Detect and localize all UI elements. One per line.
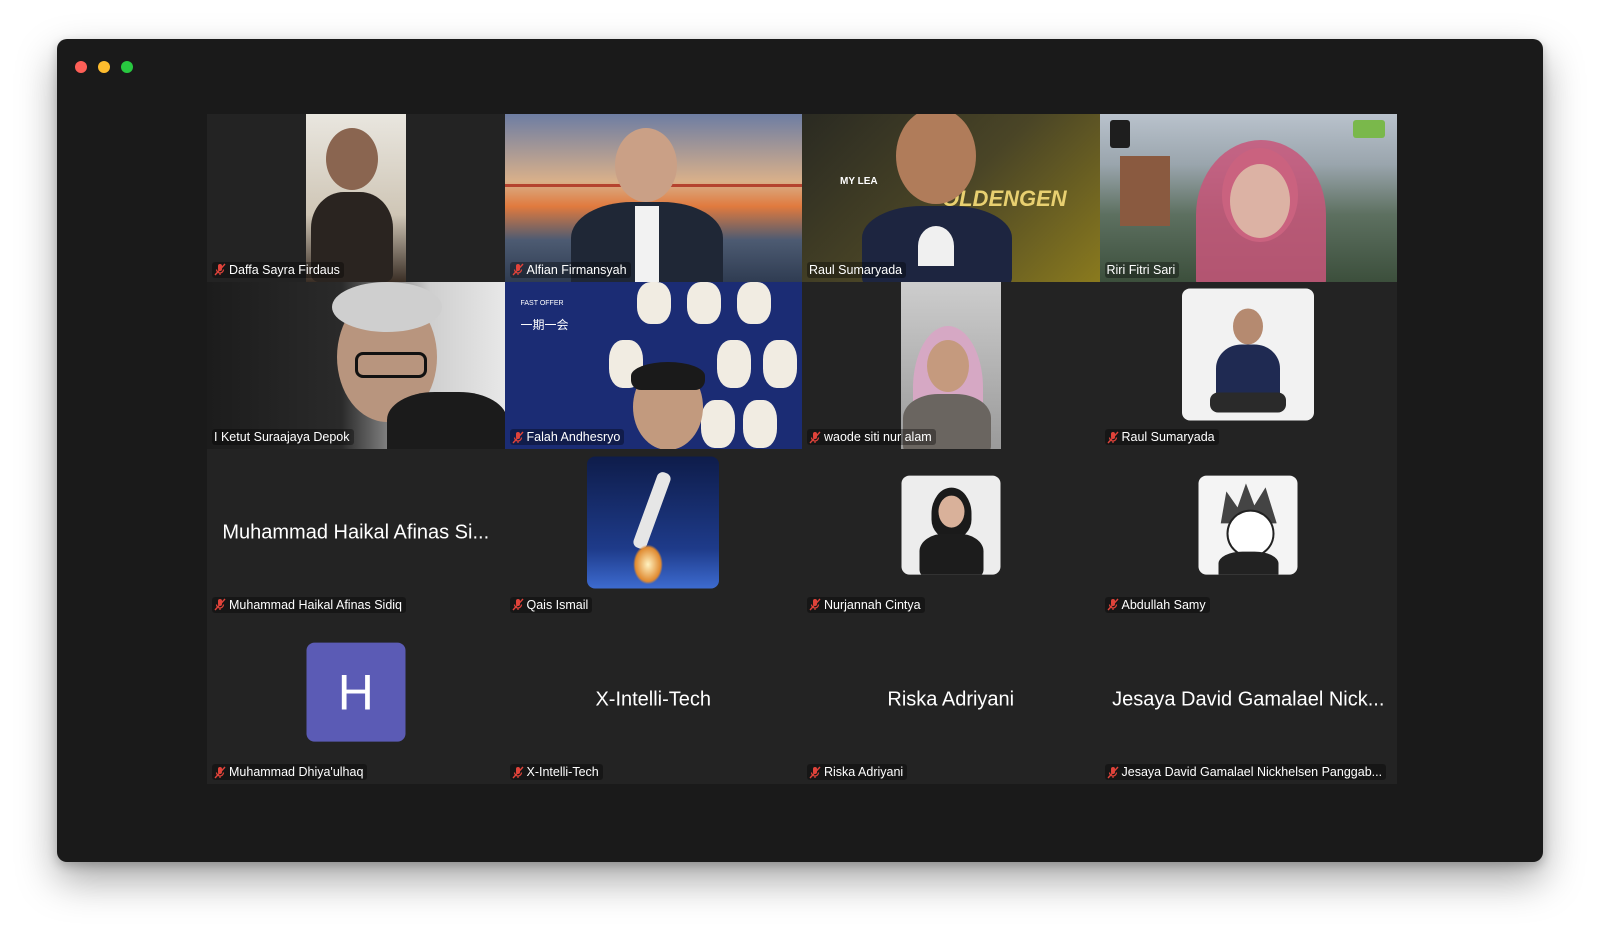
avatar-letter: H (337, 664, 374, 721)
muted-mic-icon (214, 598, 226, 611)
participant-name-label: Riska Adriyani (807, 764, 908, 780)
initial-avatar: H (306, 642, 406, 742)
participant-tile[interactable]: Nurjannah Cintya (802, 449, 1100, 617)
background-text: 一期一会 (520, 317, 569, 332)
participant-name-label: Qais Ismail (509, 596, 593, 613)
participant-name: I Ketut Suraajaya Depok (214, 430, 350, 444)
participant-name: Jesaya David Gamalael Nickhelsen Panggab… (1121, 765, 1383, 779)
participant-name-label: Abdullah Samy (1104, 596, 1210, 613)
participant-name: Raul Sumaryada (1121, 430, 1215, 444)
participant-tile[interactable]: Alfian Firmansyah (504, 114, 802, 282)
participant-name: Muhammad Haikal Afinas Sidiq (229, 597, 402, 612)
participant-name: Riska Adriyani (824, 765, 904, 779)
participant-display-name: Jesaya David Gamalael Nick... (1112, 688, 1385, 711)
participant-photo (901, 475, 1001, 575)
participant-name-label: Nurjannah Cintya (807, 596, 925, 613)
participant-name-label: Falah Andhesryo (509, 429, 625, 445)
close-button[interactable] (75, 61, 87, 73)
participant-tile[interactable]: Daffa Sayra Firdaus (207, 114, 505, 282)
participant-name: waode siti nur alam (824, 430, 932, 444)
participant-display-name: Muhammad Haikal Afinas Si... (222, 521, 490, 544)
participant-tile[interactable]: H Muhammad Dhiya'ulhaq (207, 616, 505, 784)
zoom-button[interactable] (121, 61, 133, 73)
participant-name-label: waode siti nur alam (807, 429, 936, 445)
participant-name-label: Muhammad Dhiya'ulhaq (212, 764, 368, 780)
muted-mic-icon (1106, 431, 1119, 443)
background-text: MY LEA (840, 176, 878, 187)
participant-photo (587, 456, 720, 589)
participant-tile[interactable]: Muhammad Haikal Afinas Si... Muhammad Ha… (207, 449, 505, 617)
participant-photo (1198, 475, 1298, 575)
muted-mic-icon (1106, 766, 1119, 778)
background-text: FAST OFFER (520, 299, 564, 307)
video-feed (504, 114, 802, 282)
participant-name: Riri Fitri Sari (1106, 262, 1176, 277)
muted-mic-icon (511, 598, 524, 611)
participant-tile[interactable]: waode siti nur alam (802, 281, 1100, 449)
participant-name-label: Muhammad Haikal Afinas Sidiq (212, 596, 406, 613)
participant-name: X-Intelli-Tech (526, 765, 599, 779)
video-feed (306, 114, 406, 282)
muted-mic-icon (214, 766, 226, 778)
video-feed (207, 281, 505, 449)
video-feed (1099, 114, 1397, 282)
participant-name: Raul Sumaryada (809, 262, 903, 277)
participant-name: Qais Ismail (526, 597, 589, 612)
muted-mic-icon (511, 766, 524, 778)
zoom-meeting-window: Daffa Sayra Firdaus Alfian Firmansyah MY… (57, 39, 1543, 862)
participant-tile[interactable]: Riska Adriyani Riska Adriyani (802, 616, 1100, 784)
participant-display-name: Riska Adriyani (887, 688, 1015, 711)
participant-name-label: Raul Sumaryada (807, 261, 907, 278)
video-feed: FAST OFFER 一期一会 (504, 281, 802, 449)
participant-tile[interactable]: FAST OFFER 一期一会 Falah Andhesryo (504, 281, 802, 449)
participant-tile[interactable]: X-Intelli-Tech X-Intelli-Tech (504, 616, 802, 784)
gallery-view-grid: Daffa Sayra Firdaus Alfian Firmansyah MY… (207, 114, 1397, 784)
participant-tile-active-speaker[interactable]: MY LEA OLDENGEN Raul Sumaryada (802, 114, 1100, 282)
participant-name-label: Riri Fitri Sari (1104, 261, 1180, 278)
participant-name: Abdullah Samy (1121, 597, 1206, 612)
muted-mic-icon (1106, 598, 1119, 611)
video-feed: MY LEA OLDENGEN (802, 114, 1100, 282)
muted-mic-icon (511, 431, 524, 443)
participant-name-label: Daffa Sayra Firdaus (212, 261, 344, 278)
participant-tile[interactable]: Riri Fitri Sari (1099, 114, 1397, 282)
participant-name-label: Jesaya David Gamalael Nickhelsen Panggab… (1104, 764, 1387, 780)
participant-name: Alfian Firmansyah (526, 262, 627, 277)
participant-name-label: X-Intelli-Tech (509, 764, 603, 780)
participant-name-label: I Ketut Suraajaya Depok (212, 429, 354, 445)
muted-mic-icon (809, 431, 821, 443)
participant-name: Falah Andhesryo (526, 430, 621, 444)
participant-photo (1182, 288, 1315, 421)
participant-tile[interactable]: I Ketut Suraajaya Depok (207, 281, 505, 449)
participant-tile[interactable]: Abdullah Samy (1099, 449, 1397, 617)
muted-mic-icon (511, 263, 524, 276)
participant-name: Muhammad Dhiya'ulhaq (229, 765, 364, 779)
participant-name-label: Alfian Firmansyah (509, 261, 631, 278)
participant-name: Daffa Sayra Firdaus (229, 262, 340, 277)
participant-display-name: X-Intelli-Tech (595, 688, 712, 711)
window-controls (75, 61, 133, 73)
participant-tile[interactable]: Jesaya David Gamalael Nick... Jesaya Dav… (1099, 616, 1397, 784)
participant-tile[interactable]: Raul Sumaryada (1099, 281, 1397, 449)
video-feed (901, 281, 1001, 449)
participant-name: Nurjannah Cintya (824, 597, 921, 612)
muted-mic-icon (214, 263, 226, 276)
muted-mic-icon (809, 766, 821, 778)
participant-name-label: Raul Sumaryada (1104, 429, 1219, 445)
minimize-button[interactable] (98, 61, 110, 73)
muted-mic-icon (809, 598, 821, 611)
participant-tile[interactable]: Qais Ismail (504, 449, 802, 617)
